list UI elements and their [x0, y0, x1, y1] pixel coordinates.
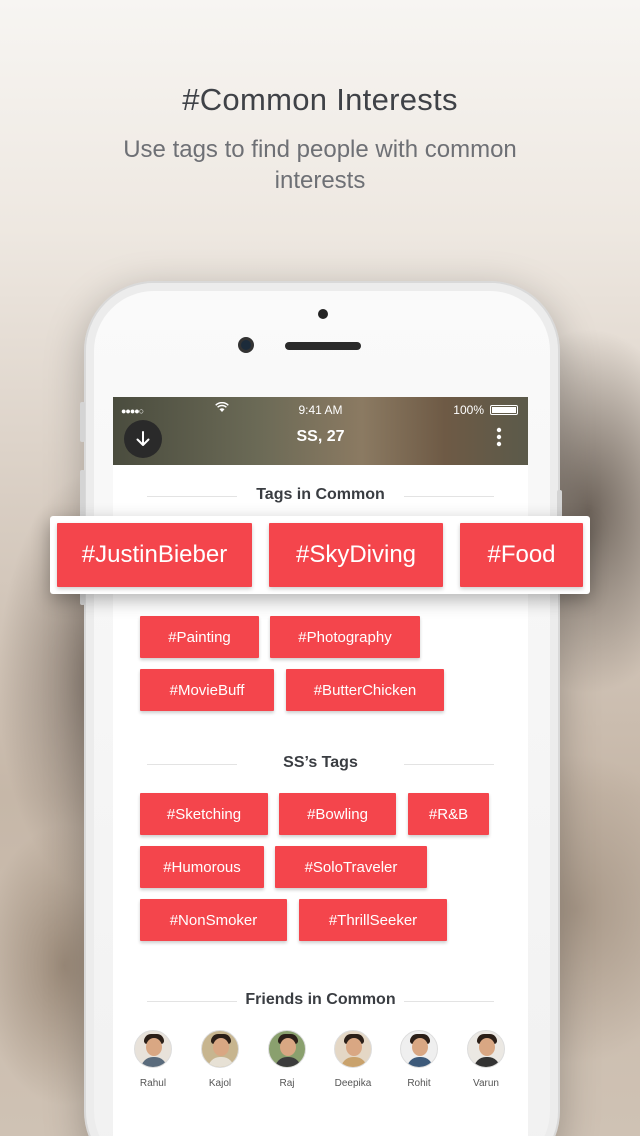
avatar — [467, 1030, 505, 1068]
tag-chip[interactable]: #Photography — [270, 616, 420, 658]
avatar — [134, 1030, 172, 1068]
tag-chip[interactable]: #Bowling — [279, 793, 396, 835]
friend-name: Kajol — [208, 1078, 232, 1089]
tag-chip[interactable]: #ButterChicken — [286, 669, 444, 711]
proximity-sensor — [318, 309, 328, 319]
avatar — [400, 1030, 438, 1068]
tags-in-common-heading: Tags in Common — [147, 486, 494, 504]
friend-name: Deepika — [334, 1078, 372, 1089]
promo-headline: #Common Interests — [182, 82, 458, 117]
app-screen: ●●●●○ 9:41 AM 100% SS, 27 Tags in Common… — [113, 397, 528, 1136]
highlight-tag-chip[interactable]: #Food — [460, 523, 583, 587]
profile-header: ●●●●○ 9:41 AM 100% SS, 27 — [113, 397, 528, 465]
tag-chip[interactable]: #ThrillSeeker — [299, 899, 447, 941]
friend-item[interactable]: Rahul — [123, 1030, 183, 1089]
friend-item[interactable]: Raj — [257, 1030, 317, 1089]
tag-chip[interactable]: #Humorous — [140, 846, 264, 888]
battery-percent: 100% — [453, 403, 484, 417]
avatar — [334, 1030, 372, 1068]
more-options-icon[interactable] — [496, 427, 502, 447]
tag-chip[interactable]: #Painting — [140, 616, 259, 658]
friend-name: Varun — [473, 1078, 499, 1089]
friend-name: Raj — [279, 1078, 295, 1089]
earpiece-speaker — [285, 342, 361, 350]
friend-item[interactable]: Varun — [456, 1030, 516, 1089]
highlight-tag-chip[interactable]: #SkyDiving — [269, 523, 443, 587]
friend-item[interactable]: Deepika — [323, 1030, 383, 1089]
user-tags-heading: SS’s Tags — [147, 754, 494, 772]
highlighted-tags-card: #JustinBieber #SkyDiving #Food — [50, 516, 590, 594]
highlight-tag-chip[interactable]: #JustinBieber — [57, 523, 252, 587]
status-bar: ●●●●○ 9:41 AM 100% — [119, 401, 522, 417]
friend-name: Rahul — [139, 1078, 167, 1089]
friend-item[interactable]: Kajol — [190, 1030, 250, 1089]
friends-in-common-heading: Friends in Common — [147, 991, 494, 1009]
friend-item[interactable]: Rohit — [389, 1030, 449, 1089]
mute-switch — [80, 402, 85, 442]
tag-chip[interactable]: #Sketching — [140, 793, 268, 835]
battery-icon — [490, 405, 518, 415]
friend-name: Rohit — [407, 1078, 431, 1089]
avatar — [268, 1030, 306, 1068]
front-camera — [238, 337, 254, 353]
profile-title: SS, 27 — [296, 428, 345, 445]
tag-chip[interactable]: #SoloTraveler — [275, 846, 427, 888]
avatar — [201, 1030, 239, 1068]
tag-chip[interactable]: #R&B — [408, 793, 489, 835]
promo-subline: Use tags to find people with common inte… — [123, 136, 517, 194]
tag-chip[interactable]: #MovieBuff — [140, 669, 274, 711]
tag-chip[interactable]: #NonSmoker — [140, 899, 287, 941]
